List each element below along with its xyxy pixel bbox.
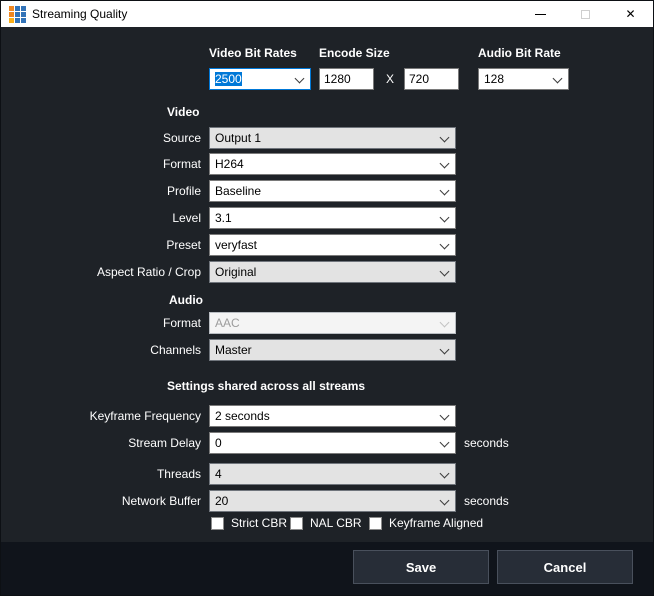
- chevron-down-icon: [440, 469, 450, 479]
- checkbox-icon: [369, 517, 382, 530]
- aspect-ratio-crop-label: Aspect Ratio / Crop: [1, 261, 201, 283]
- chevron-down-icon: [440, 438, 450, 448]
- stream-delay-label: Stream Delay: [1, 432, 201, 454]
- network-buffer-value: 20: [215, 494, 228, 508]
- profile-combo[interactable]: Baseline: [209, 180, 456, 202]
- nal-cbr-checkbox[interactable]: NAL CBR: [290, 516, 362, 530]
- stream-delay-combo[interactable]: 0: [209, 432, 456, 454]
- close-button[interactable]: ✕: [608, 1, 653, 27]
- format-label: Format: [1, 153, 201, 175]
- preset-value: veryfast: [215, 238, 257, 252]
- source-label: Source: [1, 127, 201, 149]
- aspect-ratio-crop-value: Original: [215, 265, 256, 279]
- strict-cbr-label: Strict CBR: [231, 516, 287, 530]
- audio-bit-rate-value: 128: [484, 72, 504, 86]
- chevron-down-icon: [440, 496, 450, 506]
- checkbox-icon: [211, 517, 224, 530]
- titlebar[interactable]: Streaming Quality ✕: [1, 1, 653, 27]
- video-bit-rates-label: Video Bit Rates: [209, 46, 297, 60]
- threads-value: 4: [215, 467, 222, 481]
- encode-size-separator: X: [381, 68, 399, 90]
- keyframe-aligned-checkbox[interactable]: Keyframe Aligned: [369, 516, 483, 530]
- network-buffer-combo[interactable]: 20: [209, 490, 456, 512]
- keyframe-frequency-value: 2 seconds: [215, 409, 270, 423]
- stream-delay-value: 0: [215, 436, 222, 450]
- audio-format-label: Format: [1, 312, 201, 334]
- maximize-icon: [581, 10, 590, 19]
- video-section-header: Video: [167, 105, 199, 119]
- profile-value: Baseline: [215, 184, 261, 198]
- checkbox-icon: [290, 517, 303, 530]
- keyframe-frequency-label: Keyframe Frequency: [1, 405, 201, 427]
- chevron-down-icon: [440, 240, 450, 250]
- profile-label: Profile: [1, 180, 201, 202]
- aspect-ratio-crop-combo[interactable]: Original: [209, 261, 456, 283]
- channels-label: Channels: [1, 339, 201, 361]
- chevron-down-icon: [440, 318, 450, 328]
- level-label: Level: [1, 207, 201, 229]
- chevron-down-icon: [553, 74, 563, 84]
- vmix-color-grid-icon: [9, 6, 26, 23]
- threads-combo[interactable]: 4: [209, 463, 456, 485]
- video-bit-rate-value: 2500: [215, 72, 242, 86]
- nal-cbr-label: NAL CBR: [310, 516, 362, 530]
- window-title: Streaming Quality: [32, 1, 127, 27]
- level-combo[interactable]: 3.1: [209, 207, 456, 229]
- shared-settings-header: Settings shared across all streams: [167, 379, 365, 393]
- chevron-down-icon: [440, 133, 450, 143]
- chevron-down-icon: [440, 411, 450, 421]
- streaming-quality-dialog: Streaming Quality ✕ Video Bit Rates Enco…: [0, 0, 654, 596]
- chevron-down-icon: [440, 159, 450, 169]
- minimize-button[interactable]: [518, 1, 563, 27]
- chevron-down-icon: [295, 74, 305, 84]
- encode-size-label: Encode Size: [319, 46, 390, 60]
- footer-bar: Save Cancel: [1, 542, 653, 595]
- channels-value: Master: [215, 343, 252, 357]
- stream-delay-suffix: seconds: [464, 432, 509, 454]
- video-bit-rate-combo[interactable]: 2500: [209, 68, 311, 90]
- preset-label: Preset: [1, 234, 201, 256]
- save-button[interactable]: Save: [353, 550, 489, 584]
- minimize-icon: [535, 14, 546, 15]
- chevron-down-icon: [440, 345, 450, 355]
- format-combo[interactable]: H264: [209, 153, 456, 175]
- audio-bit-rate-combo[interactable]: 128: [478, 68, 569, 90]
- keyframe-aligned-label: Keyframe Aligned: [389, 516, 483, 530]
- preset-combo[interactable]: veryfast: [209, 234, 456, 256]
- maximize-button: [563, 1, 608, 27]
- audio-format-value: AAC: [215, 316, 240, 330]
- strict-cbr-checkbox[interactable]: Strict CBR: [211, 516, 287, 530]
- encode-width-input[interactable]: [319, 68, 374, 90]
- keyframe-frequency-combo[interactable]: 2 seconds: [209, 405, 456, 427]
- audio-bit-rate-label: Audio Bit Rate: [478, 46, 561, 60]
- close-icon: ✕: [625, 8, 635, 20]
- audio-format-combo: AAC: [209, 312, 456, 334]
- channels-combo[interactable]: Master: [209, 339, 456, 361]
- format-value: H264: [215, 157, 244, 171]
- chevron-down-icon: [440, 186, 450, 196]
- level-value: 3.1: [215, 211, 232, 225]
- chevron-down-icon: [440, 267, 450, 277]
- chevron-down-icon: [440, 213, 450, 223]
- cancel-button[interactable]: Cancel: [497, 550, 633, 584]
- encode-height-input[interactable]: [404, 68, 459, 90]
- source-value: Output 1: [215, 131, 261, 145]
- network-buffer-suffix: seconds: [464, 490, 509, 512]
- audio-section-header: Audio: [169, 293, 203, 307]
- threads-label: Threads: [1, 463, 201, 485]
- source-combo[interactable]: Output 1: [209, 127, 456, 149]
- network-buffer-label: Network Buffer: [1, 490, 201, 512]
